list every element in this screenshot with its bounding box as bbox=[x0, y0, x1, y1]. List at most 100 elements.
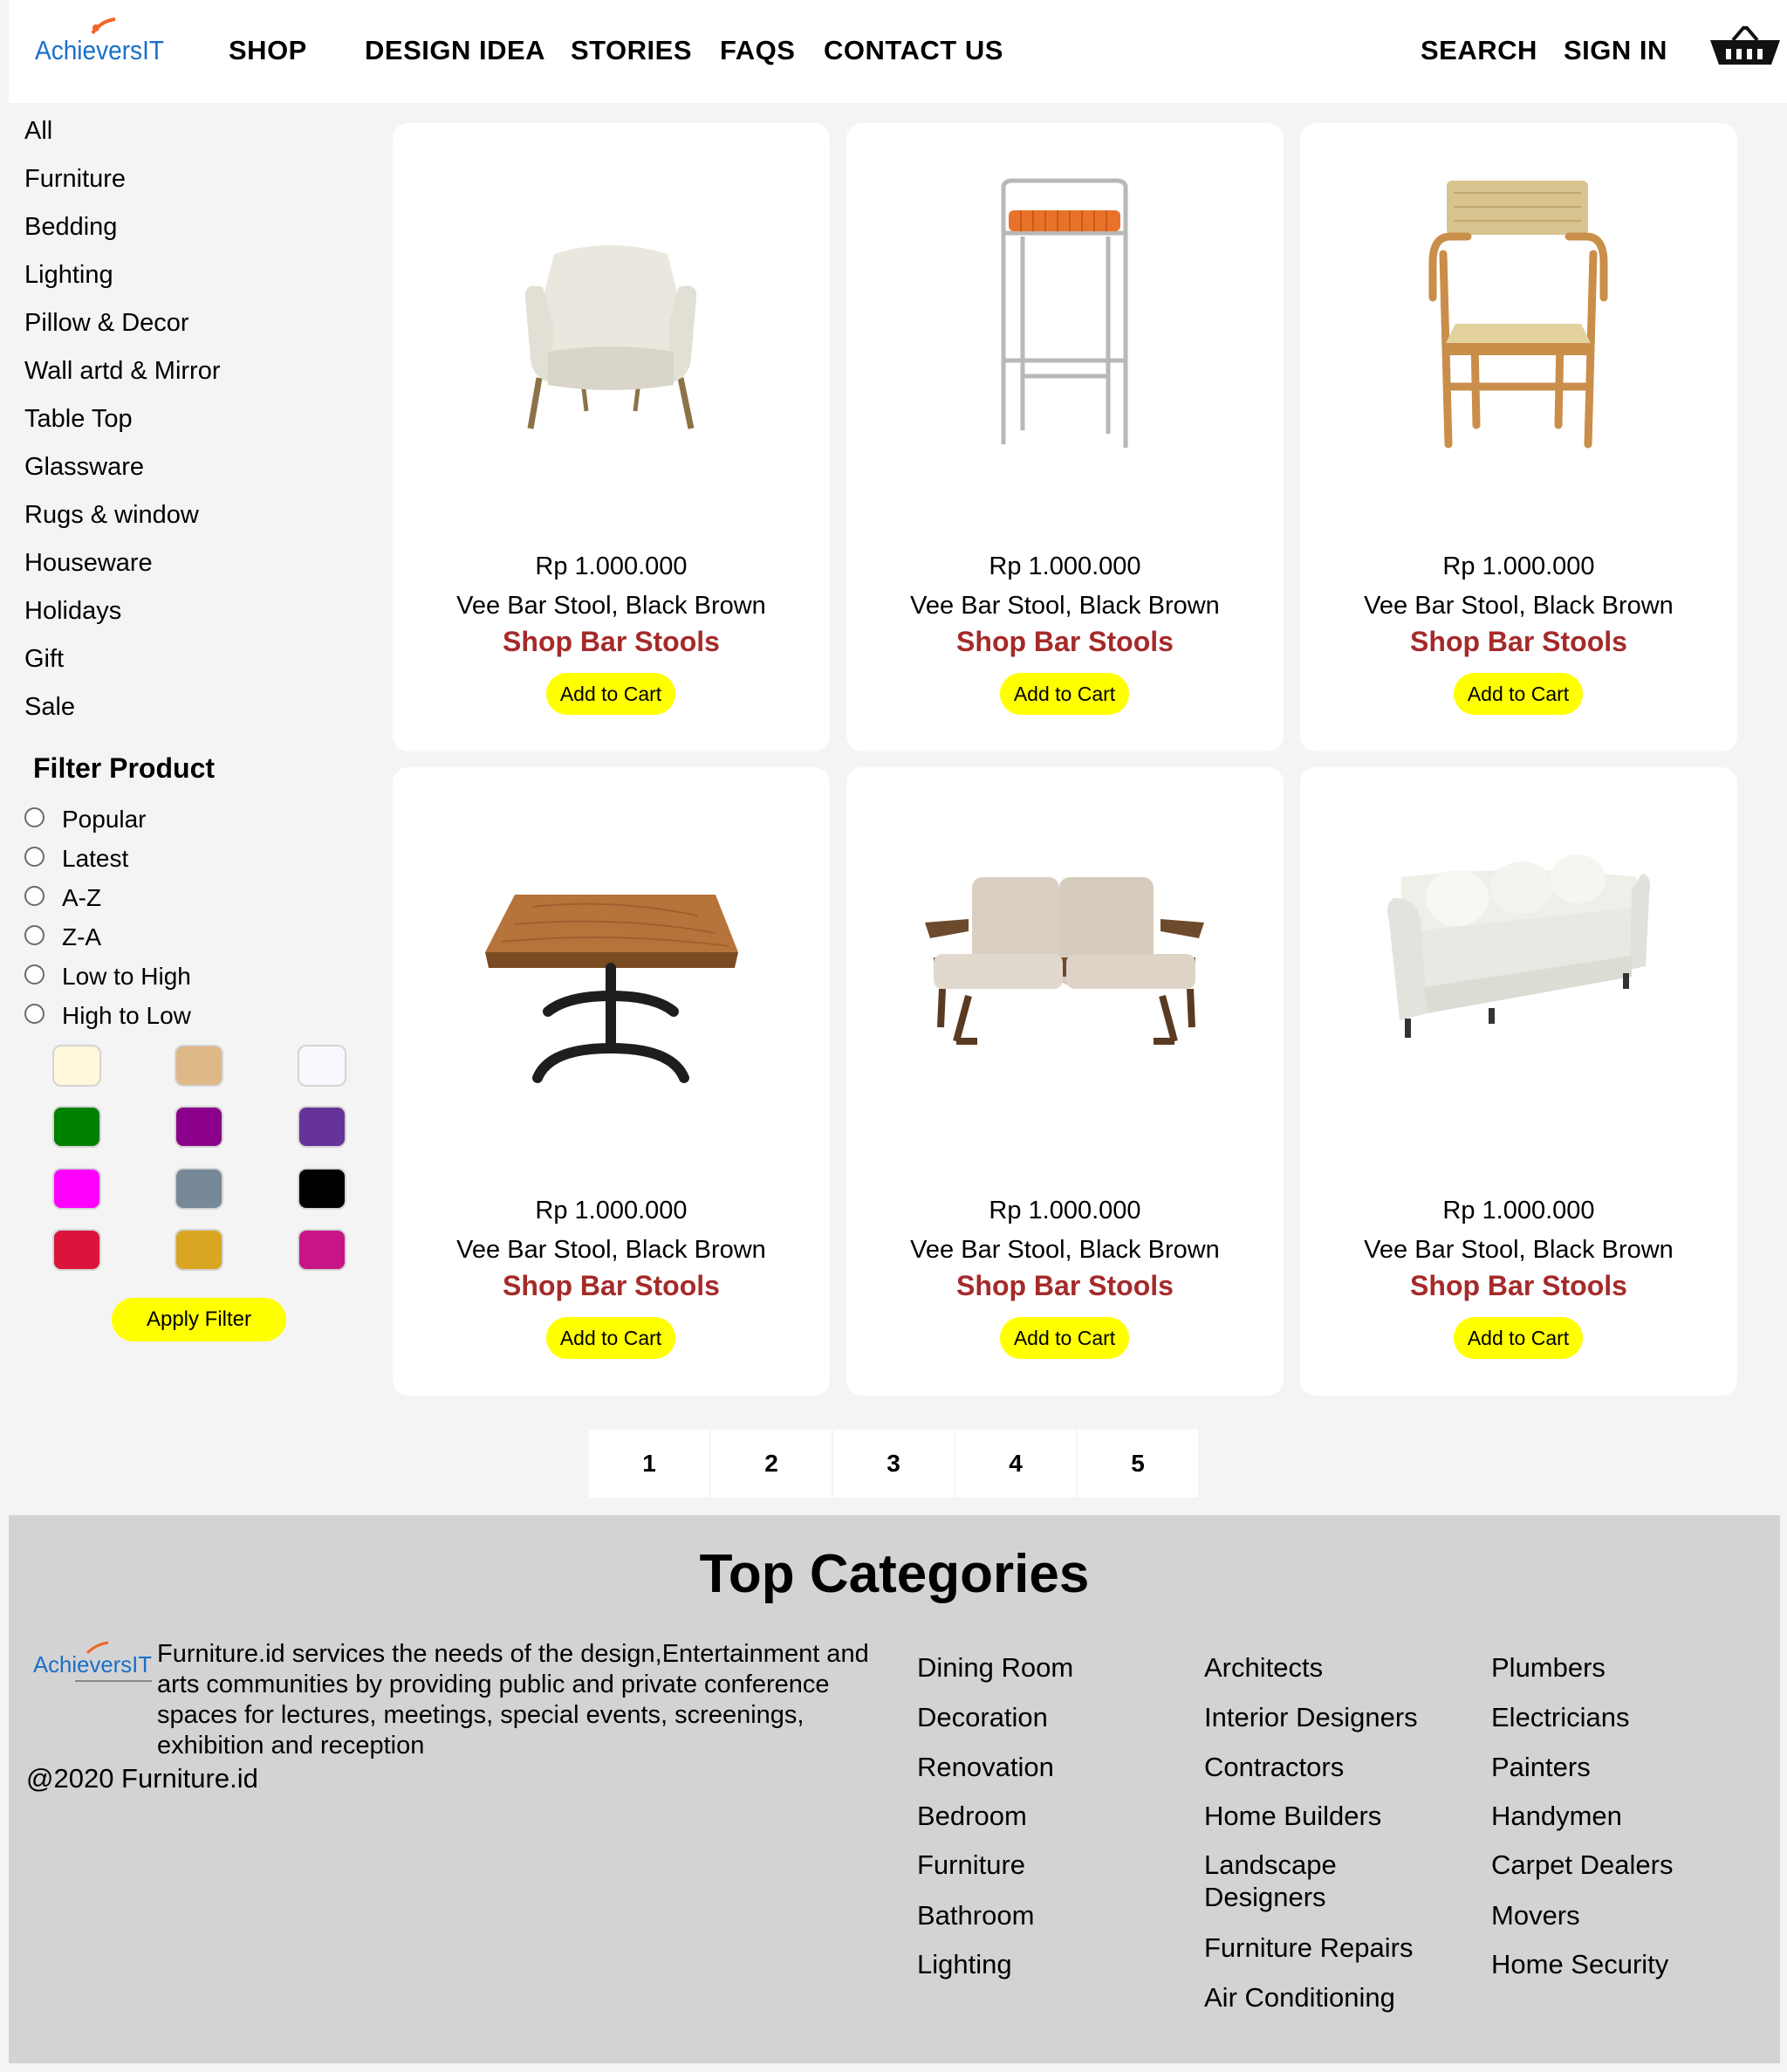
footer-link-furniture[interactable]: Furniture bbox=[917, 1849, 1179, 1881]
page-button-3[interactable]: 3 bbox=[833, 1430, 954, 1498]
category-holidays[interactable]: Holidays bbox=[24, 597, 121, 626]
nav-stories[interactable]: STORIES bbox=[571, 35, 692, 66]
footer: Top Categories AchieversIT Furniture.id … bbox=[9, 1515, 1780, 2063]
footer-link-electricians[interactable]: Electricians bbox=[1491, 1701, 1753, 1733]
radio-button[interactable] bbox=[24, 806, 45, 827]
category-lighting[interactable]: Lighting bbox=[24, 261, 113, 290]
add-to-cart-button[interactable]: Add to Cart bbox=[1454, 1317, 1583, 1359]
achieversit-logo[interactable]: AchieversIT bbox=[35, 16, 166, 72]
color-swatch[interactable] bbox=[52, 1106, 101, 1148]
footer-link-decoration[interactable]: Decoration bbox=[917, 1701, 1179, 1733]
footer-link-home-security[interactable]: Home Security bbox=[1491, 1948, 1753, 1980]
nav-design-idea[interactable]: DESIGN IDEA bbox=[365, 35, 545, 66]
radio-button[interactable] bbox=[24, 1003, 45, 1024]
add-to-cart-button[interactable]: Add to Cart bbox=[1000, 1317, 1129, 1359]
footer-link-dining-room[interactable]: Dining Room bbox=[917, 1651, 1179, 1684]
footer-link-lighting[interactable]: Lighting bbox=[917, 1948, 1179, 1980]
shop-bar-stools-link[interactable]: Shop Bar Stools bbox=[393, 626, 830, 658]
page-button-1[interactable]: 1 bbox=[589, 1430, 709, 1498]
shop-bar-stools-link[interactable]: Shop Bar Stools bbox=[846, 1270, 1284, 1302]
page-button-4[interactable]: 4 bbox=[955, 1430, 1076, 1498]
sort-option-popular[interactable]: Popular bbox=[24, 804, 147, 835]
footer-link-painters[interactable]: Painters bbox=[1491, 1751, 1753, 1783]
footer-link-landscape-designers[interactable]: Landscape Designers bbox=[1204, 1849, 1379, 1913]
wooden-chair-image[interactable] bbox=[1300, 123, 1737, 490]
sort-option-latest[interactable]: Latest bbox=[24, 843, 128, 875]
footer-link-home-builders[interactable]: Home Builders bbox=[1204, 1800, 1466, 1832]
category-sale[interactable]: Sale bbox=[24, 693, 75, 722]
color-swatch[interactable] bbox=[52, 1168, 101, 1210]
category-bedding[interactable]: Bedding bbox=[24, 213, 117, 242]
shop-bar-stools-link[interactable]: Shop Bar Stools bbox=[1300, 626, 1737, 658]
footer-link-architects[interactable]: Architects bbox=[1204, 1651, 1466, 1684]
shop-bar-stools-link[interactable]: Shop Bar Stools bbox=[846, 626, 1284, 658]
logo-text: AchieversIT bbox=[35, 35, 164, 65]
footer-link-handymen[interactable]: Handymen bbox=[1491, 1800, 1753, 1832]
category-all[interactable]: All bbox=[24, 117, 52, 146]
apply-filter-button[interactable]: Apply Filter bbox=[112, 1298, 286, 1341]
category-rugs-window[interactable]: Rugs & window bbox=[24, 501, 199, 530]
color-swatch[interactable] bbox=[175, 1168, 223, 1210]
nav-shop[interactable]: SHOP bbox=[229, 35, 307, 66]
bar-stool-image[interactable] bbox=[846, 123, 1284, 490]
radio-button[interactable] bbox=[24, 846, 45, 867]
add-to-cart-button[interactable]: Add to Cart bbox=[1000, 673, 1129, 715]
nav-sign-in[interactable]: SIGN IN bbox=[1564, 35, 1667, 66]
loveseat-image[interactable] bbox=[846, 767, 1284, 1134]
armchair-image[interactable] bbox=[393, 123, 830, 490]
footer-link-plumbers[interactable]: Plumbers bbox=[1491, 1651, 1753, 1684]
color-swatch[interactable] bbox=[298, 1106, 346, 1148]
nav-contact-us[interactable]: CONTACT US bbox=[824, 35, 1003, 66]
sort-option-label: High to Low bbox=[62, 1002, 191, 1029]
sort-option-low-to-high[interactable]: Low to High bbox=[24, 961, 191, 992]
footer-link-movers[interactable]: Movers bbox=[1491, 1899, 1753, 1931]
footer-link-carpet-dealers[interactable]: Carpet Dealers bbox=[1491, 1849, 1753, 1881]
sort-option-high-to-low[interactable]: High to Low bbox=[24, 1000, 191, 1032]
product-card: Rp 1.000.000 Vee Bar Stool, Black Brown … bbox=[393, 123, 830, 751]
footer-link-contractors[interactable]: Contractors bbox=[1204, 1751, 1466, 1783]
product-name: Vee Bar Stool, Black Brown bbox=[910, 592, 1220, 620]
color-swatch[interactable] bbox=[52, 1229, 101, 1271]
wood-table-image[interactable] bbox=[393, 767, 830, 1134]
radio-button[interactable] bbox=[24, 964, 45, 985]
category-furniture[interactable]: Furniture bbox=[24, 165, 126, 194]
color-swatch[interactable] bbox=[298, 1045, 346, 1087]
white-sofa-image[interactable] bbox=[1300, 767, 1737, 1134]
product-card: Rp 1.000.000 Vee Bar Stool, Black Brown … bbox=[846, 123, 1284, 751]
add-to-cart-button[interactable]: Add to Cart bbox=[1454, 673, 1583, 715]
footer-link-air-conditioning[interactable]: Air Conditioning bbox=[1204, 1981, 1466, 2014]
color-swatch[interactable] bbox=[298, 1168, 346, 1210]
sort-option-a-z[interactable]: A-Z bbox=[24, 882, 101, 914]
footer-link-bathroom[interactable]: Bathroom bbox=[917, 1899, 1179, 1931]
color-swatch[interactable] bbox=[52, 1045, 101, 1087]
footer-link-interior-designers[interactable]: Interior Designers bbox=[1204, 1701, 1466, 1733]
product-card: Rp 1.000.000 Vee Bar Stool, Black Brown … bbox=[1300, 767, 1737, 1396]
add-to-cart-button[interactable]: Add to Cart bbox=[546, 1317, 675, 1359]
shop-bar-stools-link[interactable]: Shop Bar Stools bbox=[1300, 1270, 1737, 1302]
shop-bar-stools-link[interactable]: Shop Bar Stools bbox=[393, 1270, 830, 1302]
page-button-2[interactable]: 2 bbox=[711, 1430, 832, 1498]
sort-option-label: A-Z bbox=[62, 884, 102, 911]
product-card: Rp 1.000.000 Vee Bar Stool, Black Brown … bbox=[846, 767, 1284, 1396]
category-gift[interactable]: Gift bbox=[24, 645, 64, 674]
footer-link-bedroom[interactable]: Bedroom bbox=[917, 1800, 1179, 1832]
color-swatch[interactable] bbox=[175, 1106, 223, 1148]
add-to-cart-button[interactable]: Add to Cart bbox=[546, 673, 675, 715]
footer-link-furniture-repairs[interactable]: Furniture Repairs bbox=[1204, 1931, 1466, 1964]
page-button-5[interactable]: 5 bbox=[1078, 1430, 1198, 1498]
color-swatch[interactable] bbox=[175, 1045, 223, 1087]
color-swatch[interactable] bbox=[175, 1229, 223, 1271]
color-swatch[interactable] bbox=[298, 1229, 346, 1271]
category-glassware[interactable]: Glassware bbox=[24, 453, 144, 482]
nav-faqs[interactable]: FAQS bbox=[720, 35, 795, 66]
nav-search[interactable]: SEARCH bbox=[1421, 35, 1537, 66]
category-pillow-decor[interactable]: Pillow & Decor bbox=[24, 309, 189, 338]
sort-option-z-a[interactable]: Z-A bbox=[24, 922, 101, 953]
footer-link-renovation[interactable]: Renovation bbox=[917, 1751, 1179, 1783]
radio-button[interactable] bbox=[24, 885, 45, 906]
category-table-top[interactable]: Table Top bbox=[24, 405, 133, 434]
category-houseware[interactable]: Houseware bbox=[24, 549, 153, 578]
category-wall-art-mirror[interactable]: Wall artd & Mirror bbox=[24, 357, 221, 386]
shopping-basket-icon[interactable] bbox=[1708, 26, 1782, 68]
radio-button[interactable] bbox=[24, 924, 45, 945]
